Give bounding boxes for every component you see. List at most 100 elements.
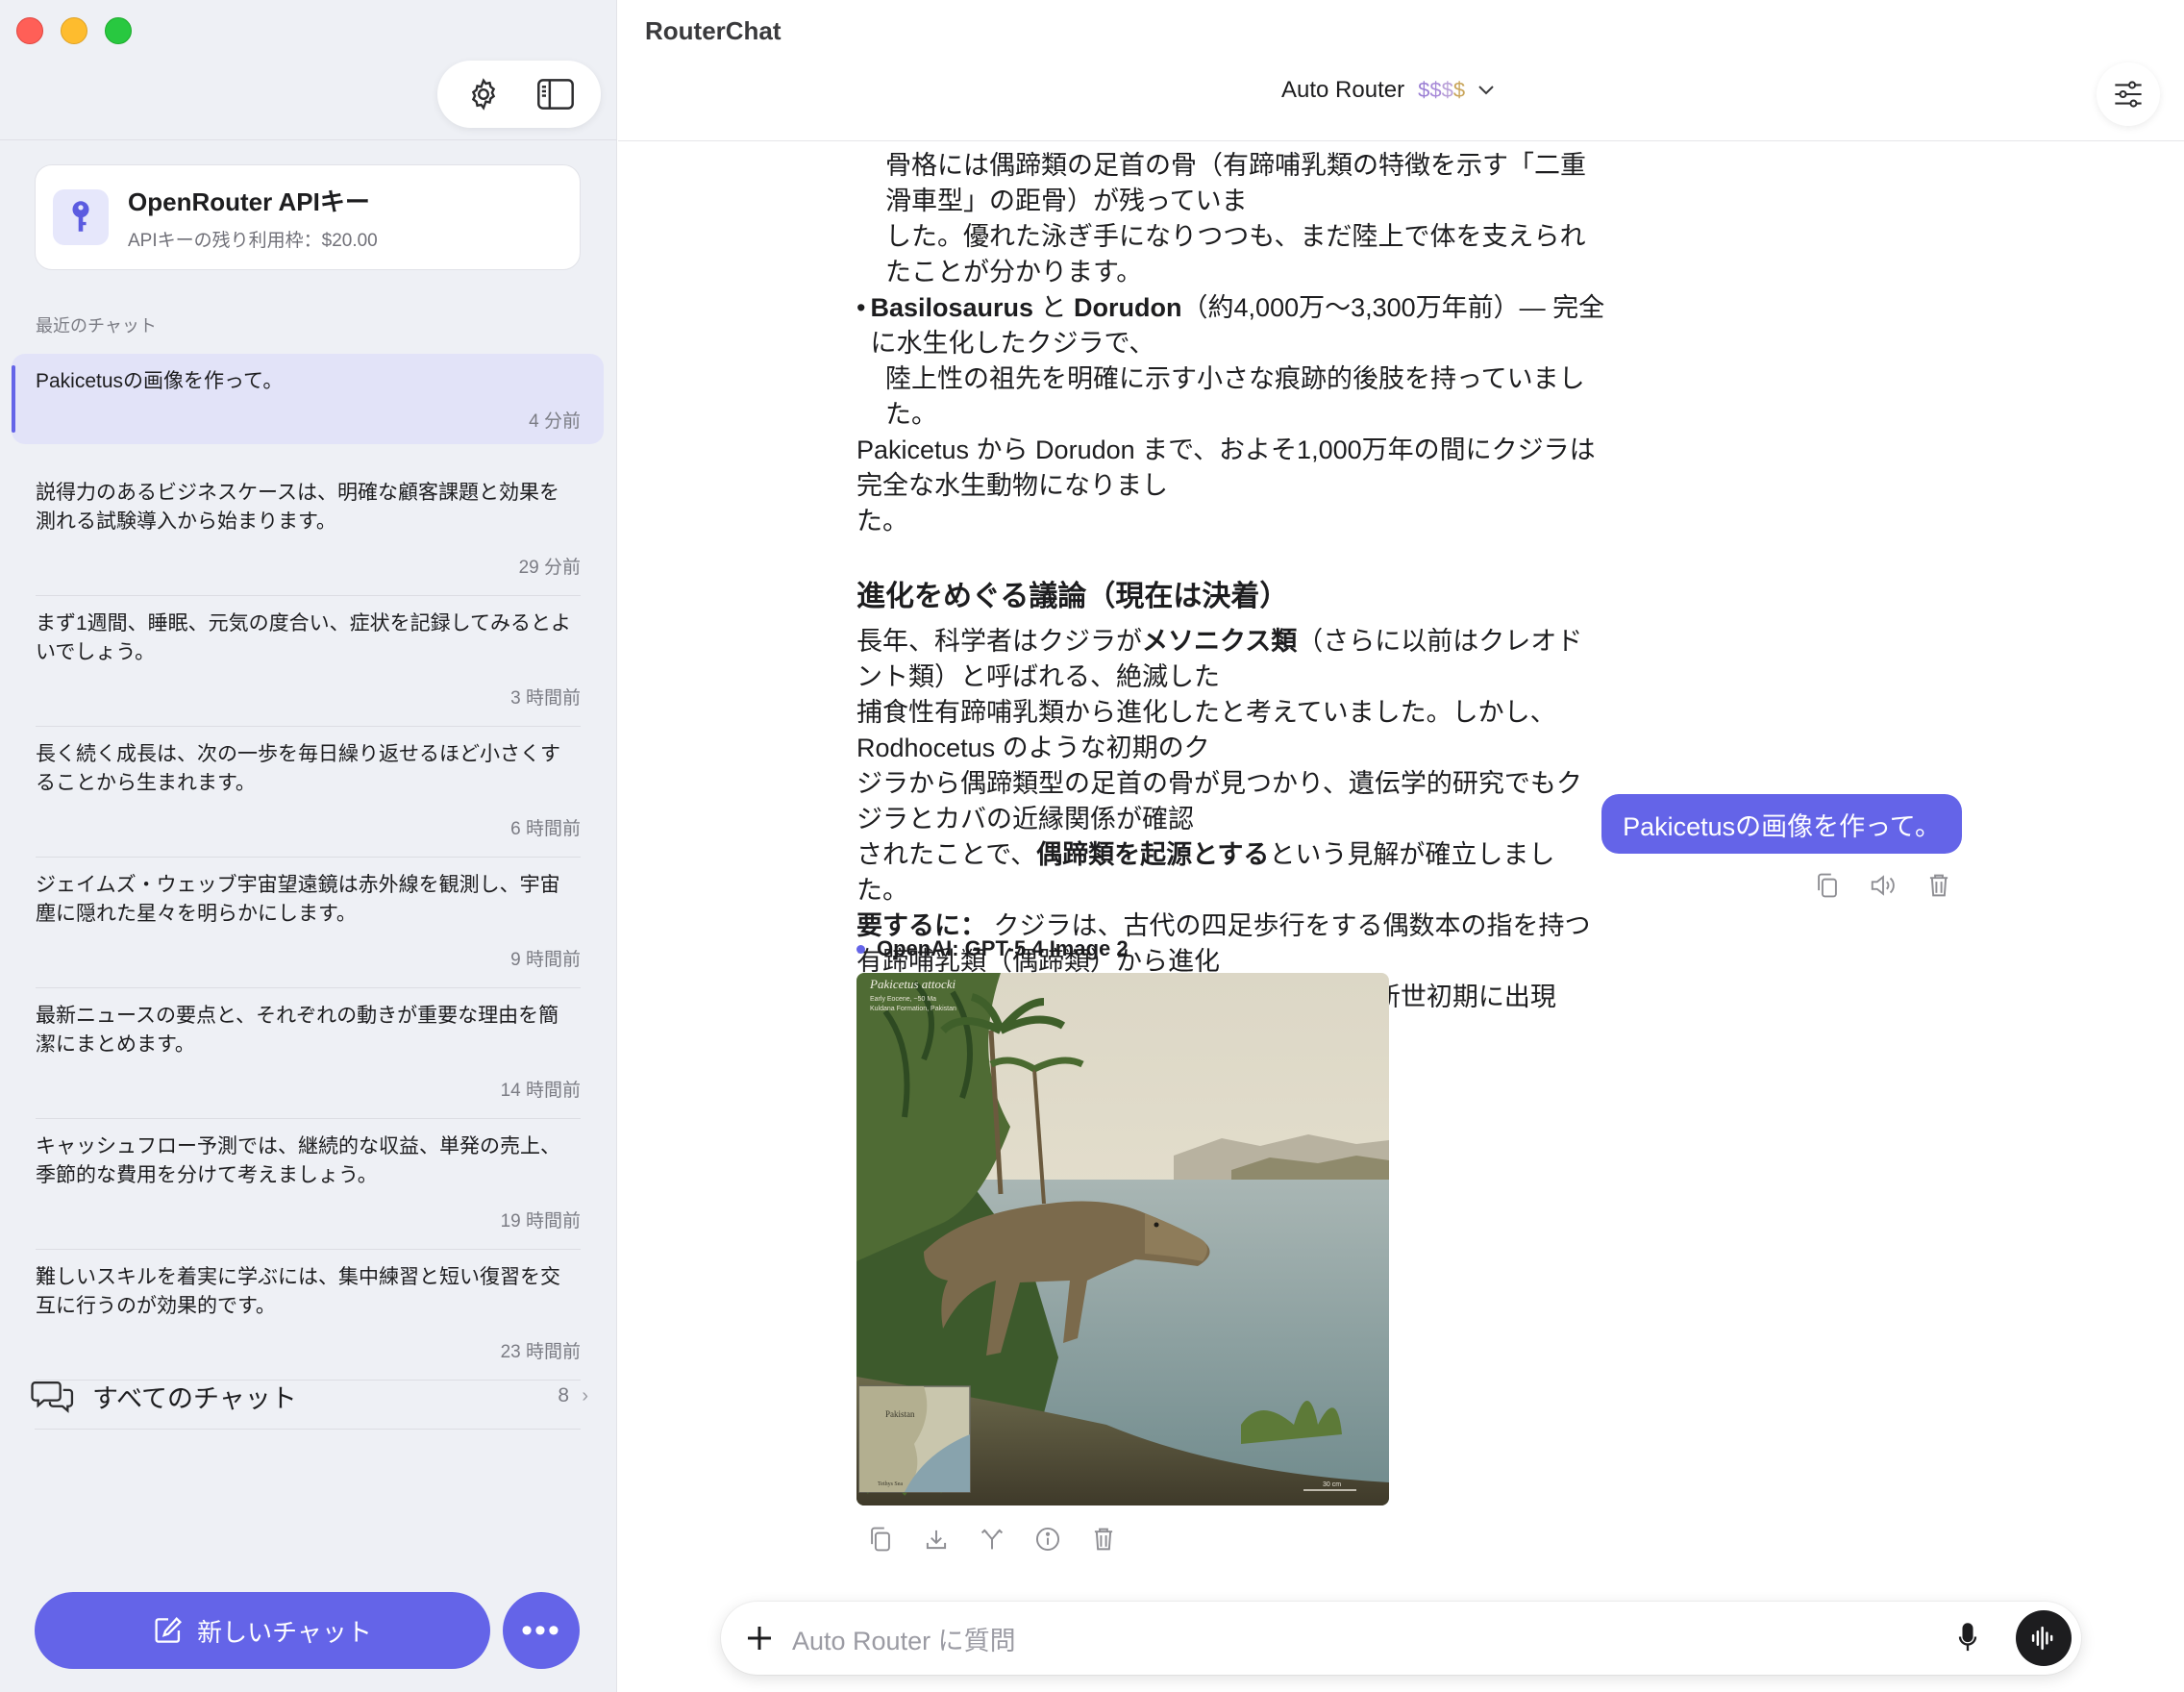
message-composer: Auto Router に質問 [721,1602,2081,1675]
message-line: 骨格には偶蹄類の足首の骨（有蹄哺乳類の特徴を示す「二重滑車型」の距骨）が残ってい… [885,151,1586,215]
user-message-bubble: Pakicetusの画像を作って。 [1601,794,1962,854]
chat-item-time: 4 分前 [529,411,581,432]
price-tier: $$$$ [1418,78,1465,103]
recent-chats-label: 最近のチャット [36,316,157,336]
chat-item-text: 説得力のあるビジネスケースは、明確な顧客課題と効果を測れる試験導入から始まります… [36,482,559,533]
bold-term: メソニクス類 [1142,627,1298,656]
header-divider [618,140,2184,141]
waveform-icon [2031,1626,2053,1651]
generated-image[interactable]: Pakicetus attocki Early Eocene, ~50 Ma K… [856,973,1389,1505]
message-line: 陸上性の祖先を明確に示す小さな痕跡的後肢を持っていました。 [885,364,1585,429]
price-symbol: $ [1429,78,1442,102]
bullet-dot: • [856,293,866,322]
new-chat-button[interactable]: 新しいチャット [35,1592,490,1669]
response-model-name: OpenAI: GPT-5.4 Image 2 [877,936,1129,960]
info-icon[interactable] [1033,1525,1062,1554]
section-heading: 進化をめぐる議論（現在は決着） [856,581,1289,612]
compose-icon [155,1616,183,1643]
more-icon: ••• [521,1611,561,1649]
pakicetus-illustration: Pakicetus attocki Early Eocene, ~50 Ma K… [856,973,1389,1505]
settings-button[interactable] [457,67,510,121]
model-name: Auto Router [1281,77,1405,103]
main-pane: RouterChat Auto Router $$$$ 骨格には偶蹄類の足首の骨… [618,0,2184,1692]
chat-list-item[interactable]: 最新ニュースの要点と、それぞれの動きが重要な理由を簡潔にまとめます。 14 時間… [12,988,604,1119]
bold-term: 偶蹄類を起源とする [1036,840,1270,869]
toggle-sidebar-button[interactable] [529,67,583,121]
chevron-right-icon: › [582,1384,588,1406]
trash-icon[interactable] [1924,871,1953,900]
price-symbol: $ [1418,78,1430,102]
scale-bar-label: 30 cm [1323,1481,1341,1488]
chat-list-item[interactable]: 難しいスキルを着実に学ぶには、集中練習と短い復習を交互に行うのが効果的です。 2… [12,1250,604,1381]
message-line: ジラから偶蹄類型の足首の骨が見つかり、遺伝学的研究でもクジラとカバの近縁関係が確… [856,769,1582,834]
chevron-down-icon [1478,86,1494,95]
message-line: 長年、科学者はクジラがメソニクス類（さらに以前はクレオドント類）と呼ばれる、絶滅… [856,624,1606,695]
branch-icon[interactable] [978,1525,1006,1554]
bullet-conjunction: と [1033,293,1075,322]
speaker-icon[interactable] [1869,871,1898,900]
chat-item-time: 19 時間前 [500,1211,581,1232]
bullet-bold-term: Basilosaurus [870,293,1034,322]
more-options-button[interactable]: ••• [503,1592,580,1669]
key-icon [72,201,89,232]
chat-list-item[interactable]: まず1週間、睡眠、元気の度合い、症状を記録してみるとよいでしょう。 3 時間前 [12,596,604,727]
chat-item-time: 6 時間前 [510,819,581,839]
microphone-icon [1958,1623,1977,1652]
all-chats-divider [35,1429,581,1430]
new-chat-label: 新しいチャット [197,1617,372,1647]
api-card-text: OpenRouter APIキー APIキーの残り利用枠：$20.00 [128,183,378,252]
chat-item-time: 29 分前 [518,558,581,578]
message-line: した。優れた泳ぎ手になりつつも、まだ陸上で体を支えられたことが分かります。 [885,222,1586,286]
price-symbol: $ [1452,78,1466,102]
chat-item-text: キャッシュフロー予測では、継続的な収益、単発の売上、季節的な費用を分けて考えまし… [36,1135,560,1186]
app-title: RouterChat [645,16,782,45]
chat-list-item[interactable]: 長く続く成長は、次の一歩を毎日繰り返せるほど小さくすることから生まれます。 6 … [12,727,604,858]
download-icon[interactable] [922,1525,951,1554]
dictation-button[interactable] [1948,1623,1987,1654]
caption-title: Pakicetus attocki [869,977,956,991]
bullet-text: Basilosaurus と Dorudon（約4,000万〜3,300万年前）… [870,290,1606,361]
chat-list-item[interactable]: 説得力のあるビジネスケースは、明確な顧客課題と効果を測れる試験導入から始まります… [12,465,604,596]
model-selector[interactable]: Auto Router $$$$ [1281,77,1496,104]
window-controls [16,17,132,44]
bullet-bold-term: Dorudon [1074,293,1182,322]
attach-button[interactable] [731,1624,788,1653]
message-line: Pakicetus から Dorudon まで、およそ1,000万年の間にクジラ… [856,435,1596,500]
all-chats-row[interactable]: すべてのチャット 8 › [31,1365,588,1427]
user-message-actions [1813,871,1953,900]
app-window: OpenRouter APIキー APIキーの残り利用枠：$20.00 最近のチ… [0,0,2184,1692]
sliders-icon [2115,81,2142,108]
close-window-button[interactable] [16,17,43,44]
chat-settings-button[interactable] [2097,62,2160,126]
sidebar: OpenRouter APIキー APIキーの残り利用枠：$20.00 最近のチ… [0,0,617,1692]
chat-item-text: ジェイムズ・ウェッブ宇宙望遠鏡は赤外線を観測し、宇宙塵に隠れた星々を明らかにしま… [36,874,560,925]
voice-mode-button[interactable] [2016,1610,2072,1666]
minimize-window-button[interactable] [61,17,87,44]
message-line: されたことで、偶蹄類を起源とするという見解が確立しました。 [856,837,1606,908]
price-symbol: $ [1441,78,1453,102]
copy-icon[interactable] [1813,871,1842,900]
copy-icon[interactable] [866,1525,895,1554]
gear-icon [471,78,495,111]
chat-list-item[interactable]: Pakicetusの画像を作って。 4 分前 [12,354,604,444]
chat-list-item[interactable]: ジェイムズ・ウェッブ宇宙望遠鏡は赤外線を観測し、宇宙塵に隠れた星々を明らかにしま… [12,858,604,988]
message-input[interactable]: Auto Router に質問 [792,1620,1948,1657]
key-tile [53,189,109,245]
plus-icon [748,1627,771,1650]
chat-item-text: まず1週間、睡眠、元気の度合い、症状を記録してみるとよいでしょう。 [36,612,572,663]
chat-list: Pakicetusの画像を作って。 4 分前 説得力のあるビジネスケースは、明確… [12,354,604,1381]
all-chats-label: すべてのチャット [92,1383,297,1413]
trash-icon[interactable] [1089,1525,1118,1554]
chat-item-text: 難しいスキルを着実に学ぶには、集中練習と短い復習を交互に行うのが効果的です。 [36,1266,560,1317]
response-model-label: OpenAI: GPT-5.4 Image 2 [856,936,1129,961]
caption-subtitle: Kuldana Formation, Pakistan [870,1006,956,1012]
map-label: Pakistan [885,1409,915,1419]
caption-subtitle: Early Eocene, ~50 Ma [870,996,936,1003]
chat-item-time: 14 時間前 [500,1081,581,1101]
message-bullet: • Basilosaurus と Dorudon（約4,000万〜3,300万年… [856,290,1606,361]
chat-list-item[interactable]: キャッシュフロー予測では、継続的な収益、単発の売上、季節的な費用を分けて考えまし… [12,1119,604,1250]
text-run: されたことで、 [856,840,1037,869]
sidebar-divider [0,139,617,140]
zoom-window-button[interactable] [105,17,132,44]
api-key-card[interactable]: OpenRouter APIキー APIキーの残り利用枠：$20.00 [35,164,581,270]
